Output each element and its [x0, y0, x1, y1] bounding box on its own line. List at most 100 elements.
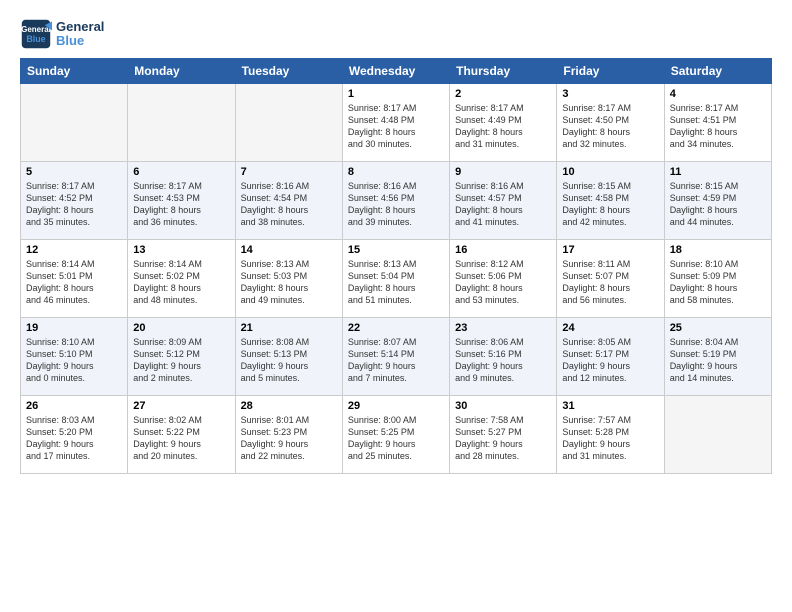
day-info: Sunrise: 8:01 AM Sunset: 5:23 PM Dayligh…: [241, 414, 337, 463]
day-number: 11: [670, 166, 766, 178]
day-info: Sunrise: 8:15 AM Sunset: 4:59 PM Dayligh…: [670, 180, 766, 229]
calendar-table: SundayMondayTuesdayWednesdayThursdayFrid…: [20, 58, 772, 474]
calendar-cell: 19 Sunrise: 8:10 AM Sunset: 5:10 PM Dayli…: [21, 318, 128, 396]
weekday-header-row: SundayMondayTuesdayWednesdayThursdayFrid…: [21, 59, 772, 84]
calendar-cell: 20Sunrise: 8:09 AM Sunset: 5:12 PM Dayli…: [128, 318, 235, 396]
day-info: Sunrise: 8:16 AM Sunset: 4:56 PM Dayligh…: [348, 180, 444, 229]
day-number: 27: [133, 400, 229, 412]
logo-text: General Blue: [56, 20, 104, 49]
calendar-cell: 24Sunrise: 8:05 AM Sunset: 5:17 PM Dayli…: [557, 318, 664, 396]
calendar-cell: 21 Sunrise: 8:08 AM Sunset: 5:13 PM Dayli…: [235, 318, 342, 396]
day-number: 7: [241, 166, 337, 178]
day-number: 8: [348, 166, 444, 178]
calendar-cell: [235, 84, 342, 162]
day-info: Sunrise: 8:07 AM Sunset: 5:14 PM Dayligh…: [348, 336, 444, 385]
day-info: Sunrise: 8:06 AM Sunset: 5:16 PM Dayligh…: [455, 336, 551, 385]
day-info: Sunrise: 8:17 AM Sunset: 4:49 PM Dayligh…: [455, 102, 551, 151]
day-info: Sunrise: 8:17 AM Sunset: 4:50 PM Dayligh…: [562, 102, 658, 151]
day-info: Sunrise: 8:15 AM Sunset: 4:58 PM Dayligh…: [562, 180, 658, 229]
calendar-cell: 29Sunrise: 8:00 AM Sunset: 5:25 PM Dayli…: [342, 396, 449, 474]
logo-icon: General Blue: [20, 18, 52, 50]
day-number: 4: [670, 88, 766, 100]
day-info: Sunrise: 8:00 AM Sunset: 5:25 PM Dayligh…: [348, 414, 444, 463]
day-number: 25: [670, 322, 766, 334]
week-row-2: 5 Sunrise: 8:17 AM Sunset: 4:52 PM Daylig…: [21, 162, 772, 240]
day-number: 5: [26, 166, 122, 178]
calendar-cell: 8 Sunrise: 8:16 AM Sunset: 4:56 PM Daylig…: [342, 162, 449, 240]
day-info: Sunrise: 8:14 AM Sunset: 5:01 PM Dayligh…: [26, 258, 122, 307]
day-number: 23: [455, 322, 551, 334]
calendar-cell: 17 Sunrise: 8:11 AM Sunset: 5:07 PM Dayli…: [557, 240, 664, 318]
day-number: 24: [562, 322, 658, 334]
calendar-cell: 11 Sunrise: 8:15 AM Sunset: 4:59 PM Dayli…: [664, 162, 771, 240]
day-info: Sunrise: 8:16 AM Sunset: 4:57 PM Dayligh…: [455, 180, 551, 229]
day-info: Sunrise: 8:04 AM Sunset: 5:19 PM Dayligh…: [670, 336, 766, 385]
day-number: 14: [241, 244, 337, 256]
calendar-cell: 2 Sunrise: 8:17 AM Sunset: 4:49 PM Daylig…: [450, 84, 557, 162]
day-info: Sunrise: 8:10 AM Sunset: 5:10 PM Dayligh…: [26, 336, 122, 385]
calendar-cell: 4Sunrise: 8:17 AM Sunset: 4:51 PM Daylig…: [664, 84, 771, 162]
weekday-header-wednesday: Wednesday: [342, 59, 449, 84]
day-info: Sunrise: 8:12 AM Sunset: 5:06 PM Dayligh…: [455, 258, 551, 307]
day-number: 15: [348, 244, 444, 256]
week-row-3: 12 Sunrise: 8:14 AM Sunset: 5:01 PM Dayli…: [21, 240, 772, 318]
svg-text:General: General: [21, 25, 51, 34]
day-number: 12: [26, 244, 122, 256]
calendar-cell: 10 Sunrise: 8:15 AM Sunset: 4:58 PM Dayli…: [557, 162, 664, 240]
day-number: 17: [562, 244, 658, 256]
weekday-header-thursday: Thursday: [450, 59, 557, 84]
day-number: 18: [670, 244, 766, 256]
calendar-cell: 7 Sunrise: 8:16 AM Sunset: 4:54 PM Daylig…: [235, 162, 342, 240]
calendar-page: General Blue General Blue SundayMondayTu…: [0, 0, 792, 612]
weekday-header-sunday: Sunday: [21, 59, 128, 84]
day-info: Sunrise: 8:02 AM Sunset: 5:22 PM Dayligh…: [133, 414, 229, 463]
day-info: Sunrise: 8:16 AM Sunset: 4:54 PM Dayligh…: [241, 180, 337, 229]
day-info: Sunrise: 8:14 AM Sunset: 5:02 PM Dayligh…: [133, 258, 229, 307]
day-info: Sunrise: 8:08 AM Sunset: 5:13 PM Dayligh…: [241, 336, 337, 385]
calendar-cell: 6 Sunrise: 8:17 AM Sunset: 4:53 PM Daylig…: [128, 162, 235, 240]
calendar-cell: 3 Sunrise: 8:17 AM Sunset: 4:50 PM Daylig…: [557, 84, 664, 162]
calendar-cell: 12 Sunrise: 8:14 AM Sunset: 5:01 PM Dayli…: [21, 240, 128, 318]
calendar-cell: 18 Sunrise: 8:10 AM Sunset: 5:09 PM Dayli…: [664, 240, 771, 318]
day-number: 9: [455, 166, 551, 178]
day-number: 31: [562, 400, 658, 412]
day-info: Sunrise: 8:17 AM Sunset: 4:53 PM Dayligh…: [133, 180, 229, 229]
day-number: 10: [562, 166, 658, 178]
day-number: 3: [562, 88, 658, 100]
calendar-cell: 1 Sunrise: 8:17 AM Sunset: 4:48 PM Daylig…: [342, 84, 449, 162]
day-number: 16: [455, 244, 551, 256]
day-info: Sunrise: 8:17 AM Sunset: 4:48 PM Dayligh…: [348, 102, 444, 151]
day-number: 6: [133, 166, 229, 178]
calendar-cell: 5 Sunrise: 8:17 AM Sunset: 4:52 PM Daylig…: [21, 162, 128, 240]
day-number: 21: [241, 322, 337, 334]
calendar-cell: 26 Sunrise: 8:03 AM Sunset: 5:20 PM Dayli…: [21, 396, 128, 474]
week-row-4: 19 Sunrise: 8:10 AM Sunset: 5:10 PM Dayli…: [21, 318, 772, 396]
calendar-cell: 23 Sunrise: 8:06 AM Sunset: 5:16 PM Dayli…: [450, 318, 557, 396]
calendar-cell: 15 Sunrise: 8:13 AM Sunset: 5:04 PM Dayli…: [342, 240, 449, 318]
weekday-header-monday: Monday: [128, 59, 235, 84]
day-info: Sunrise: 8:10 AM Sunset: 5:09 PM Dayligh…: [670, 258, 766, 307]
calendar-cell: 13 Sunrise: 8:14 AM Sunset: 5:02 PM Dayli…: [128, 240, 235, 318]
day-info: Sunrise: 8:13 AM Sunset: 5:03 PM Dayligh…: [241, 258, 337, 307]
calendar-cell: [21, 84, 128, 162]
svg-text:Blue: Blue: [26, 34, 45, 44]
day-info: Sunrise: 8:03 AM Sunset: 5:20 PM Dayligh…: [26, 414, 122, 463]
calendar-cell: 9 Sunrise: 8:16 AM Sunset: 4:57 PM Daylig…: [450, 162, 557, 240]
calendar-cell: [128, 84, 235, 162]
day-number: 19: [26, 322, 122, 334]
day-info: Sunrise: 8:17 AM Sunset: 4:52 PM Dayligh…: [26, 180, 122, 229]
day-info: Sunrise: 8:13 AM Sunset: 5:04 PM Dayligh…: [348, 258, 444, 307]
day-number: 2: [455, 88, 551, 100]
day-number: 22: [348, 322, 444, 334]
calendar-cell: 27 Sunrise: 8:02 AM Sunset: 5:22 PM Dayli…: [128, 396, 235, 474]
day-number: 20: [133, 322, 229, 334]
calendar-cell: 31Sunrise: 7:57 AM Sunset: 5:28 PM Dayli…: [557, 396, 664, 474]
day-number: 1: [348, 88, 444, 100]
day-number: 26: [26, 400, 122, 412]
day-number: 30: [455, 400, 551, 412]
day-number: 13: [133, 244, 229, 256]
weekday-header-tuesday: Tuesday: [235, 59, 342, 84]
weekday-header-friday: Friday: [557, 59, 664, 84]
day-info: Sunrise: 8:11 AM Sunset: 5:07 PM Dayligh…: [562, 258, 658, 307]
calendar-cell: 25 Sunrise: 8:04 AM Sunset: 5:19 PM Dayli…: [664, 318, 771, 396]
